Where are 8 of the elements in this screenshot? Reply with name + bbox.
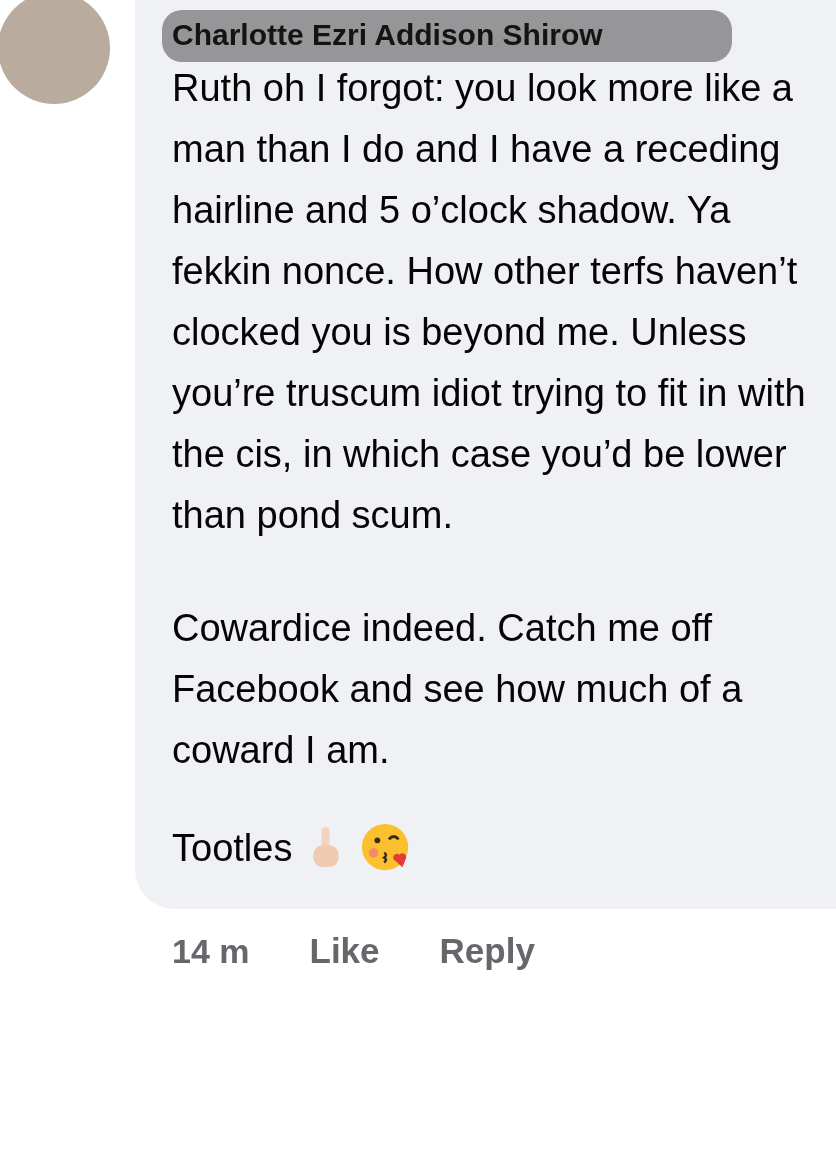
timestamp: 14 m [172, 931, 250, 971]
author-name[interactable]: Charlotte Ezri Addison Shirow [172, 18, 603, 51]
mention-link[interactable]: Ruth [172, 67, 253, 109]
sign-off-text: Tootles [172, 826, 293, 870]
comment-action-link[interactable]: Like [309, 931, 380, 971]
comment-text: Ruth oh I forgot: you look more like a man than I do and I have a receding hairline and 5 o’clock shadow. Ya fekkin nonce. How other terfs haven’t clocked you is beyond me. Unless you’re truscum idiot trying to fit in with the cis, in which case you’d be lower than pond scum. [172, 66, 807, 538]
comment-text: Cowardice indeed. Catch me off Facebook and see how much of a coward I am. [172, 606, 744, 773]
comment-action-link[interactable]: Reply [439, 931, 535, 971]
